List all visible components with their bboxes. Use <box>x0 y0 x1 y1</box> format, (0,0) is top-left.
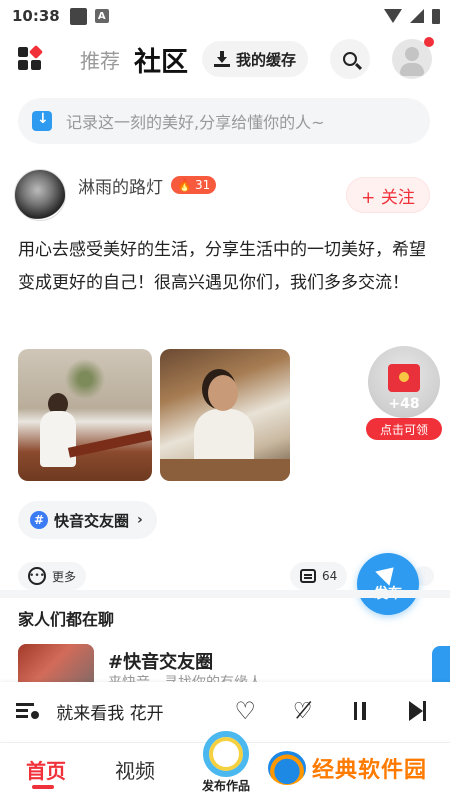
section-divider <box>0 590 450 598</box>
watermark-text: 经典软件园 <box>312 758 428 783</box>
next-icon <box>408 701 426 721</box>
search-button[interactable] <box>330 39 371 79</box>
notification-square-icon <box>69 7 87 25</box>
more-button[interactable]: ••• 更多 <box>18 562 87 590</box>
status-time: 10:38 <box>12 7 60 25</box>
heart-icon[interactable]: ♡ <box>229 693 262 729</box>
level-value: 31 <box>194 178 211 192</box>
tab-recommend[interactable]: 推荐 <box>80 45 120 74</box>
watermark-logo-icon <box>268 751 306 785</box>
my-cache-label: 我的缓存 <box>236 50 297 69</box>
compose-input[interactable]: 记录这一刻的美好,分享给懂你的人~ <box>18 98 430 144</box>
paper-plane-icon <box>375 560 401 586</box>
chat-item-title[interactable]: #快音交友圈 <box>108 648 213 674</box>
notification-dot <box>424 37 435 47</box>
fire-icon: 🔥 <box>177 178 192 192</box>
compose-placeholder: 记录这一刻的美好,分享给懂你的人~ <box>66 113 325 132</box>
download-icon <box>214 51 230 67</box>
reward-widget[interactable]: +48 点击可领 <box>366 346 442 442</box>
post-author-row: 淋雨的路灯 🔥 31 + 关注 <box>14 168 436 222</box>
hash-icon: # <box>30 511 48 529</box>
nav-publish-label: 发布作品 <box>201 779 250 793</box>
playlist-icon[interactable] <box>16 701 39 721</box>
level-badge: 🔥 31 <box>171 176 217 194</box>
post-photo-1[interactable] <box>18 349 152 481</box>
post-photo-2[interactable] <box>160 349 290 481</box>
app-notification-icon: A <box>94 9 109 23</box>
status-bar: 10:38 A <box>0 0 450 32</box>
publish-ring-icon <box>203 731 249 777</box>
author-name[interactable]: 淋雨的路灯 <box>78 173 163 198</box>
my-cache-button[interactable]: 我的缓存 <box>202 41 309 77</box>
publish-fab[interactable]: 发布 <box>357 553 419 615</box>
author-avatar[interactable] <box>14 169 66 221</box>
more-dots-icon: ••• <box>28 567 46 585</box>
chat-section-title: 家人们都在聊 <box>18 610 115 629</box>
comment-icon <box>300 569 316 583</box>
signal-icon <box>410 9 424 23</box>
profile-avatar[interactable] <box>392 37 435 79</box>
wifi-icon <box>384 9 402 23</box>
top-header: 推荐 社区 我的缓存 <box>0 36 450 82</box>
pause-icon <box>353 702 366 720</box>
nav-active-indicator <box>32 785 54 789</box>
comment-count: 64 <box>322 569 338 583</box>
status-right <box>384 8 440 24</box>
reward-amount: +48 <box>388 396 420 412</box>
watermark: 经典软件园 <box>268 751 427 785</box>
nav-video[interactable]: 视频 <box>115 755 155 784</box>
red-envelope-icon <box>388 364 420 392</box>
follow-button[interactable]: + 关注 <box>346 177 430 213</box>
topic-chip[interactable]: # 快音交友圈 › <box>18 501 157 539</box>
broken-heart-icon[interactable]: ♡̸ <box>286 693 319 729</box>
compose-icon <box>32 111 52 131</box>
song-title[interactable]: 就来看我 花开 <box>56 699 204 724</box>
post-text: 用心去感受美好的生活，分享生活中的一切美好，希望变成更好的自己！很高兴遇见你们，… <box>18 240 426 293</box>
comment-button[interactable]: 64 <box>290 562 348 590</box>
avatar-icon <box>405 47 420 61</box>
pause-button[interactable] <box>343 693 376 729</box>
grid-menu-icon[interactable] <box>18 44 44 71</box>
nav-home[interactable]: 首页 <box>26 755 66 784</box>
topic-label: 快音交友圈 <box>54 511 130 530</box>
chevron-right-icon: › <box>137 512 143 528</box>
nav-publish-works[interactable]: 发布作品 <box>196 731 256 800</box>
bottom-nav: 首页 视频 发布作品 经典软件园 <box>0 731 450 800</box>
reward-claim-label: 点击可领 <box>366 418 442 440</box>
tab-community[interactable]: 社区 <box>134 40 188 79</box>
battery-icon <box>432 8 440 24</box>
next-button[interactable] <box>401 693 434 729</box>
search-icon <box>343 52 358 66</box>
more-label: 更多 <box>52 569 77 584</box>
